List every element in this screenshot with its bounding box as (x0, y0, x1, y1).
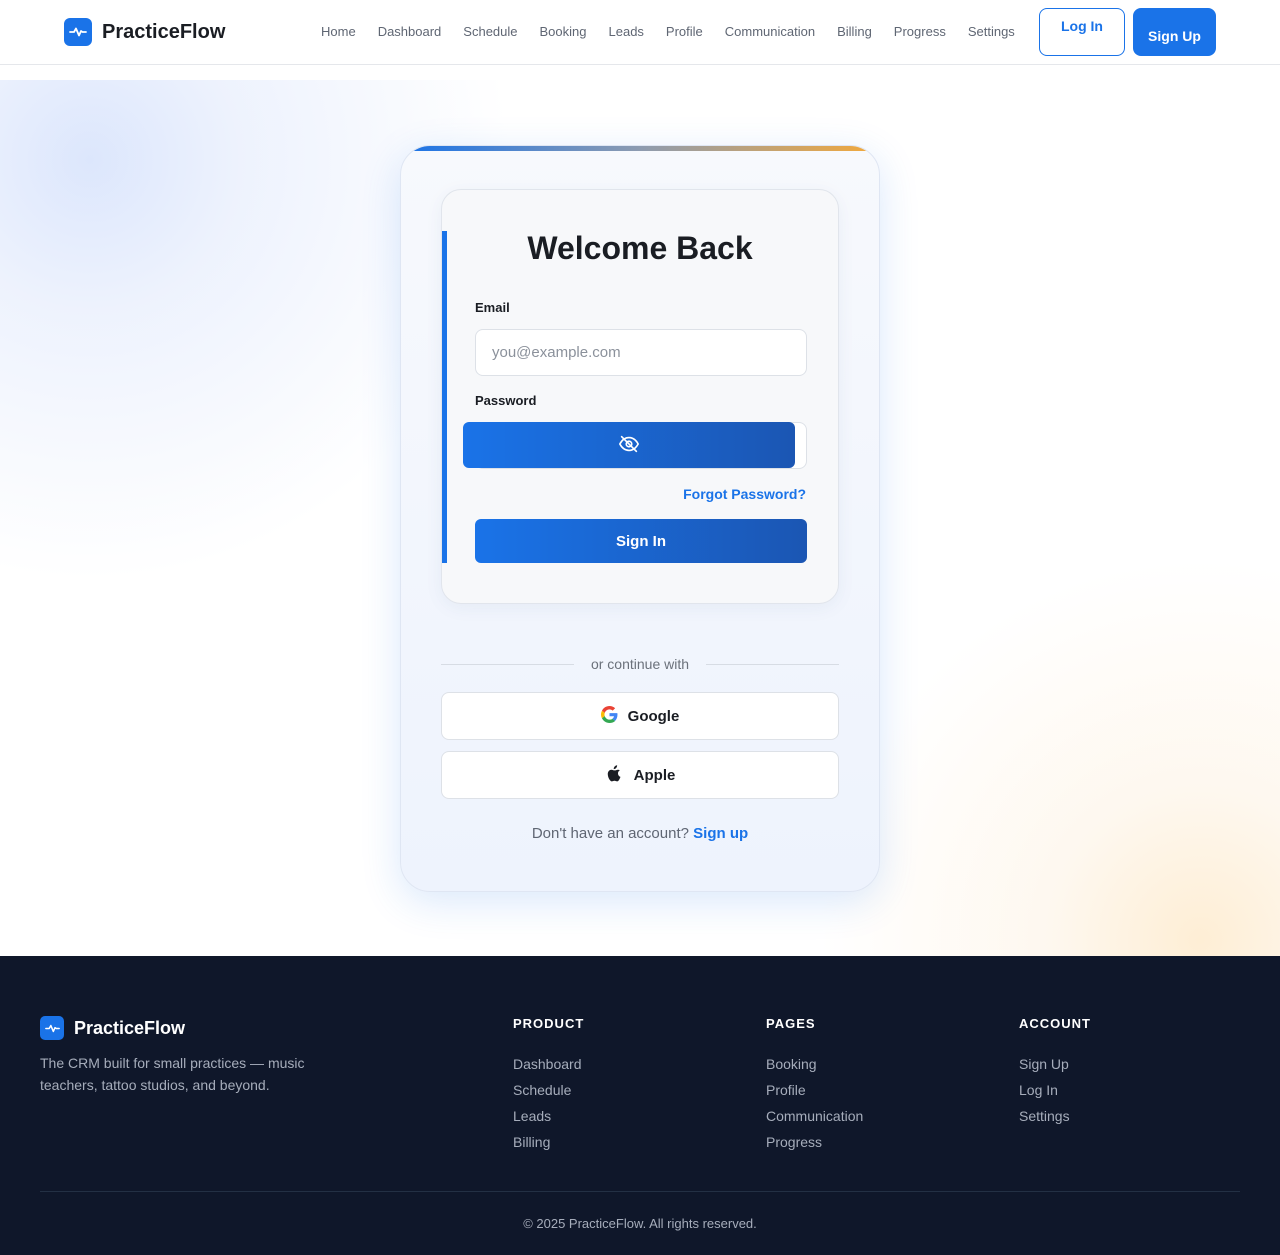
apple-signin-button[interactable]: Apple (441, 751, 839, 799)
nav-leads[interactable]: Leads (598, 24, 655, 39)
pulse-icon (64, 18, 92, 46)
footer-link-profile[interactable]: Profile (766, 1082, 863, 1098)
apple-icon (605, 764, 624, 787)
google-label: Google (627, 707, 680, 725)
footer-link-log-in[interactable]: Log In (1019, 1082, 1091, 1098)
forgot-password-link[interactable]: Forgot Password? (683, 486, 806, 502)
copyright: © 2025 PracticeFlow. All rights reserved… (523, 1216, 757, 1231)
email-label: Email (475, 300, 510, 315)
password-label: Password (475, 393, 537, 408)
social-divider: or continue with (441, 654, 839, 674)
google-icon (600, 705, 618, 727)
nav-communication[interactable]: Communication (714, 24, 826, 39)
brand-name: PracticeFlow (102, 20, 226, 43)
card-gradient-bar (401, 146, 879, 151)
page-title: Welcome Back (527, 230, 753, 266)
main-nav: Home Dashboard Schedule Booking Leads Pr… (310, 24, 1026, 39)
divider-line (441, 663, 574, 665)
footer-link-booking[interactable]: Booking (766, 1056, 863, 1072)
nav-dashboard[interactable]: Dashboard (367, 24, 453, 39)
footer-column-title: ACCOUNT (1019, 1016, 1091, 1031)
footer-divider (40, 1191, 1240, 1192)
footer-link-dashboard[interactable]: Dashboard (513, 1056, 584, 1072)
footer-link-settings[interactable]: Settings (1019, 1108, 1091, 1124)
email-field[interactable] (475, 329, 807, 376)
signup-link[interactable]: Sign up (693, 825, 748, 842)
eye-off-icon (618, 433, 640, 458)
divider-text: or continue with (590, 656, 690, 672)
footer-link-schedule[interactable]: Schedule (513, 1082, 584, 1098)
nav-profile[interactable]: Profile (655, 24, 714, 39)
footer-column-account: ACCOUNT Sign Up Log In Settings (1019, 1016, 1091, 1134)
footer-description: The CRM built for small practices — musi… (40, 1055, 305, 1093)
nav-settings[interactable]: Settings (957, 24, 1026, 39)
site-header: PracticeFlow Home Dashboard Schedule Boo… (0, 0, 1280, 65)
brand[interactable]: PracticeFlow (64, 18, 225, 46)
sign-in-button[interactable]: Sign In (475, 519, 807, 563)
footer-column-pages: PAGES Booking Profile Communication Prog… (766, 1016, 863, 1160)
toggle-password-button[interactable] (463, 422, 795, 468)
footer-link-communication[interactable]: Communication (766, 1108, 863, 1124)
nav-progress[interactable]: Progress (883, 24, 957, 39)
signup-prompt: Don't have an account? Sign up (441, 825, 839, 842)
footer-link-billing[interactable]: Billing (513, 1134, 584, 1150)
footer-link-leads[interactable]: Leads (513, 1108, 584, 1124)
header-signup-button[interactable]: Sign Up (1133, 8, 1216, 56)
apple-label: Apple (633, 766, 676, 784)
pulse-icon (40, 1016, 64, 1040)
nav-schedule[interactable]: Schedule (452, 24, 528, 39)
divider-line (706, 663, 839, 665)
google-signin-button[interactable]: Google (441, 692, 839, 740)
login-form-card: Welcome Back Email Password Forgot Passw… (441, 189, 839, 604)
footer-link-sign-up[interactable]: Sign Up (1019, 1056, 1091, 1072)
footer-column-title: PAGES (766, 1016, 816, 1031)
footer-brand[interactable]: PracticeFlow (40, 1016, 185, 1040)
footer-column-product: PRODUCT Dashboard Schedule Leads Billing (513, 1016, 584, 1160)
nav-home[interactable]: Home (310, 24, 367, 39)
footer-brand-name: PracticeFlow (74, 1017, 186, 1038)
nav-billing[interactable]: Billing (826, 24, 883, 39)
nav-booking[interactable]: Booking (529, 24, 598, 39)
footer-link-progress[interactable]: Progress (766, 1134, 863, 1150)
footer-column-title: PRODUCT (513, 1016, 585, 1031)
header-login-button[interactable]: Log In (1039, 8, 1125, 56)
card-accent-bar (442, 231, 447, 563)
no-account-text: Don't have an account? (531, 825, 689, 842)
site-footer: PracticeFlow The CRM built for small pra… (0, 956, 1280, 1255)
